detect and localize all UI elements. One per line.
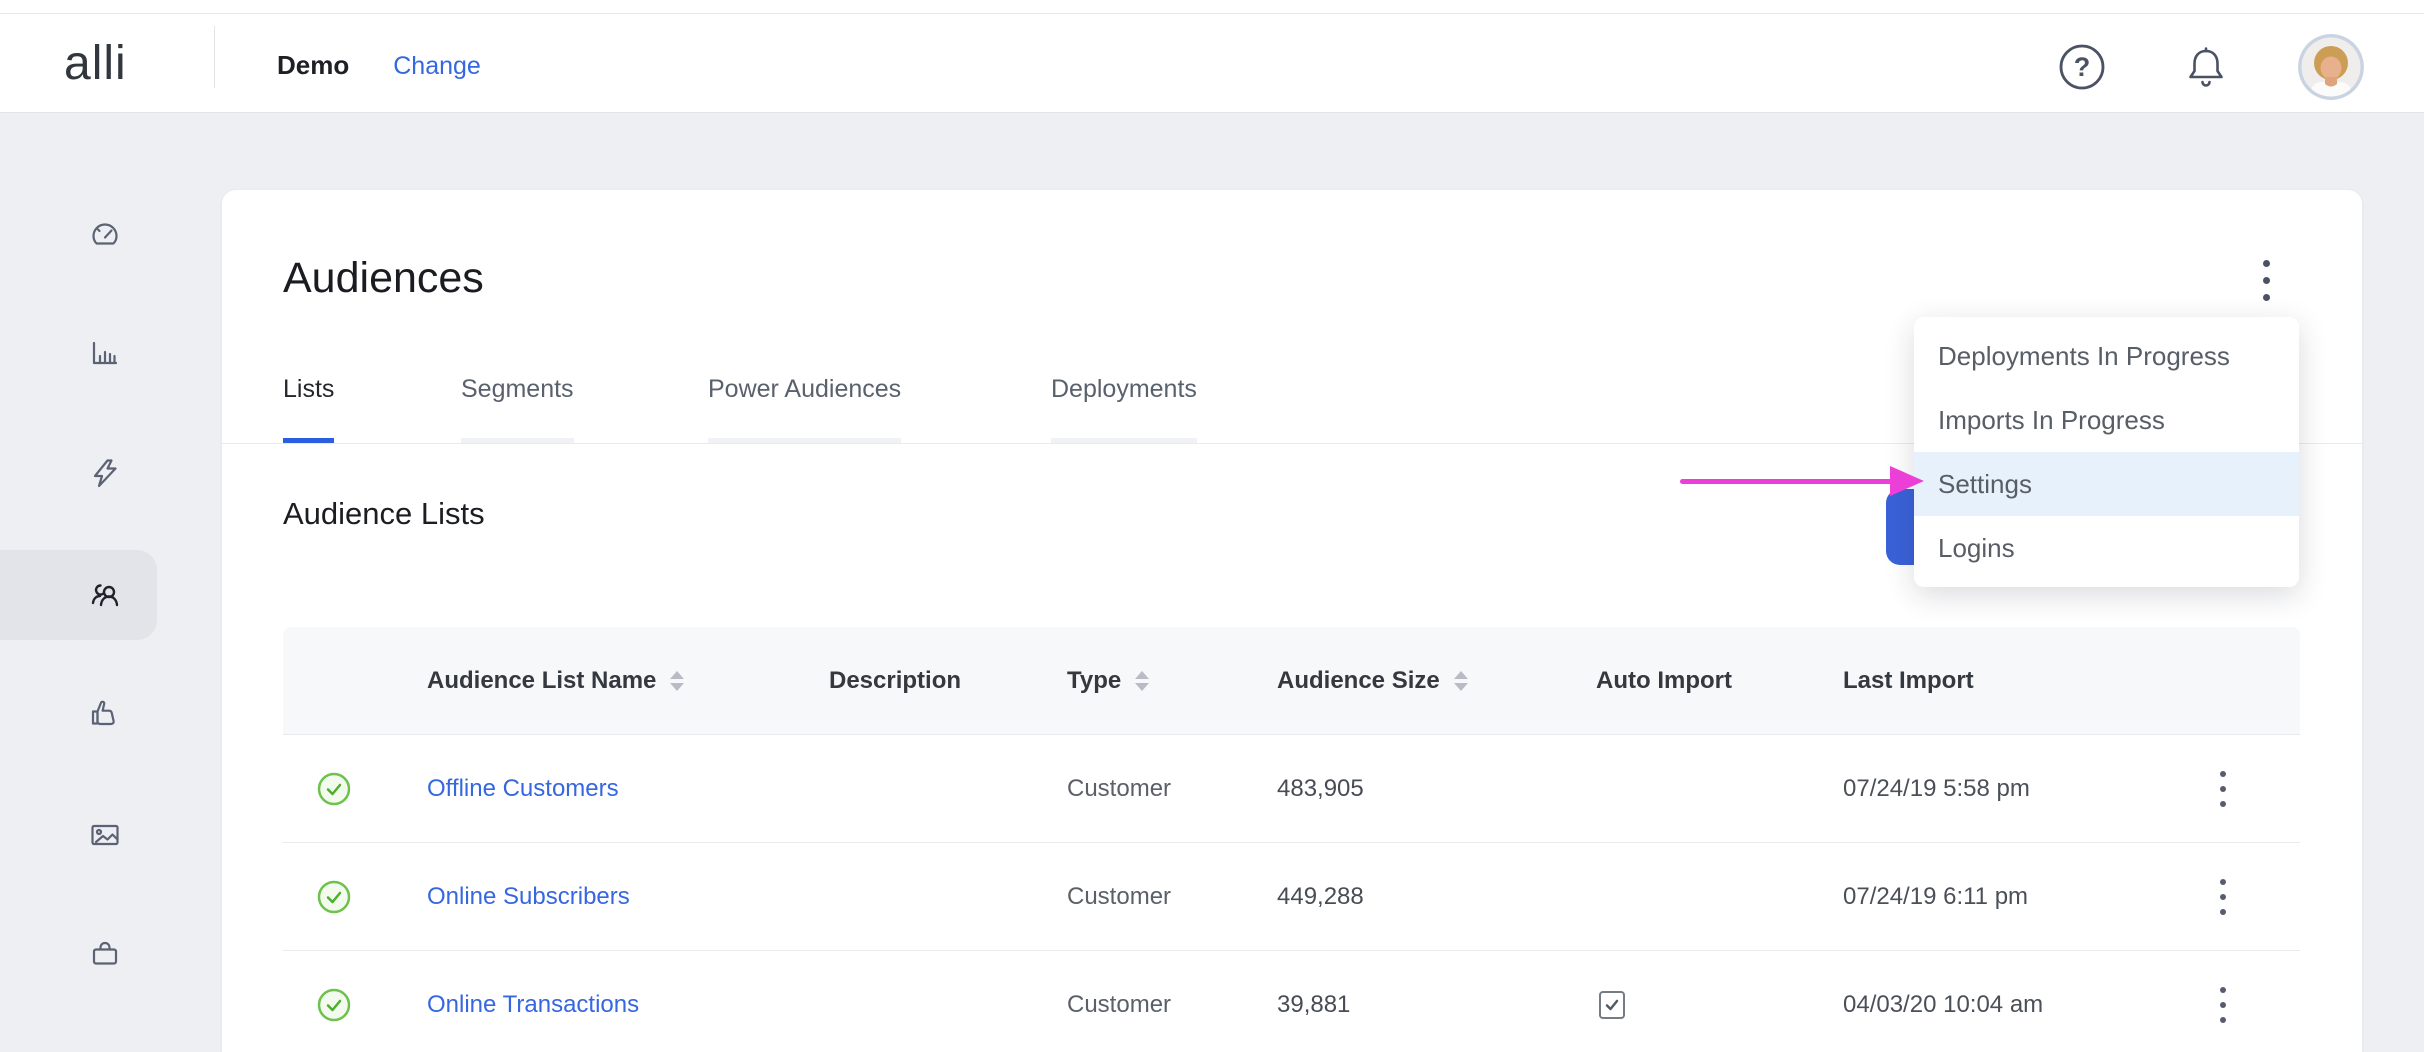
table-row: Online Subscribers Customer 449,288 07/2… xyxy=(283,843,2300,951)
col-header-type[interactable]: Type xyxy=(1067,667,1149,695)
checkbox-checked-icon[interactable] xyxy=(1599,991,1625,1019)
sort-icon[interactable] xyxy=(670,671,684,691)
sidebar-item-analytics[interactable] xyxy=(88,336,122,370)
header-divider xyxy=(214,26,215,88)
notifications-bell-icon[interactable] xyxy=(2183,44,2229,90)
sidebar-item-engagement[interactable] xyxy=(88,696,122,730)
tab-deployments[interactable]: Deployments xyxy=(1051,376,1197,443)
table-header-row: Audience List Name Description Type Audi… xyxy=(283,627,2300,735)
audience-lists-table: Audience List Name Description Type Audi… xyxy=(283,627,2300,1052)
tab-power-audiences[interactable]: Power Audiences xyxy=(708,376,901,443)
audience-size-cell: 39,881 xyxy=(1277,991,1350,1019)
audiences-card: Audiences Lists Segments Power Audiences… xyxy=(222,190,2362,1052)
menu-item-logins[interactable]: Logins xyxy=(1914,516,2299,580)
help-icon[interactable]: ? xyxy=(2057,42,2107,92)
menu-item-settings[interactable]: Settings xyxy=(1914,452,2299,516)
svg-text:?: ? xyxy=(2074,52,2091,82)
gauge-icon xyxy=(88,218,122,252)
last-import-cell: 07/24/19 6:11 pm xyxy=(1843,883,2028,911)
account-name: Demo xyxy=(277,50,349,81)
col-header-last-import: Last Import xyxy=(1843,667,1974,695)
type-cell: Customer xyxy=(1067,775,1171,803)
audience-list-link[interactable]: Offline Customers xyxy=(427,775,619,803)
status-success-icon xyxy=(317,988,351,1022)
active-nav-highlight xyxy=(0,550,157,640)
col-header-auto-import: Auto Import xyxy=(1596,667,1732,695)
lightning-icon xyxy=(88,456,122,490)
table-row: Online Transactions Customer 39,881 04/0… xyxy=(283,951,2300,1052)
sidebar-item-commerce[interactable] xyxy=(88,937,122,971)
sidebar-item-creative[interactable] xyxy=(88,818,122,852)
tab-segments[interactable]: Segments xyxy=(461,376,574,443)
col-header-description: Description xyxy=(829,667,961,695)
menu-item-deployments-in-progress[interactable]: Deployments In Progress xyxy=(1914,324,2299,388)
annotation-arrow-line xyxy=(1680,479,1894,484)
section-title: Audience Lists xyxy=(283,496,485,532)
app-screen: alli Demo Change ? xyxy=(0,0,2424,1052)
row-kebab-menu-icon[interactable] xyxy=(2209,979,2237,1031)
sidebar-item-audiences[interactable] xyxy=(88,577,122,611)
audience-size-cell: 483,905 xyxy=(1277,775,1364,803)
table-row: Offline Customers Customer 483,905 07/24… xyxy=(283,735,2300,843)
sidebar-item-activations[interactable] xyxy=(88,456,122,490)
row-kebab-menu-icon[interactable] xyxy=(2209,763,2237,815)
image-icon xyxy=(88,818,122,852)
users-icon xyxy=(88,577,122,611)
top-bar: alli Demo Change ? xyxy=(0,0,2424,113)
sort-icon[interactable] xyxy=(1454,671,1468,691)
bar-chart-icon xyxy=(88,336,122,370)
sidebar-item-dashboard[interactable] xyxy=(88,218,122,252)
change-account-link[interactable]: Change xyxy=(393,52,481,81)
type-cell: Customer xyxy=(1067,883,1171,911)
tab-lists[interactable]: Lists xyxy=(283,376,334,443)
status-success-icon xyxy=(317,772,351,806)
annotation-arrow-head xyxy=(1890,466,1924,496)
col-header-audience-size[interactable]: Audience Size xyxy=(1277,667,1468,695)
menu-item-imports-in-progress[interactable]: Imports In Progress xyxy=(1914,388,2299,452)
type-cell: Customer xyxy=(1067,991,1171,1019)
col-header-audience-list-name[interactable]: Audience List Name xyxy=(427,667,684,695)
thumbs-up-icon xyxy=(88,696,122,730)
audience-size-cell: 449,288 xyxy=(1277,883,1364,911)
bag-icon xyxy=(88,937,122,971)
sort-icon[interactable] xyxy=(1135,671,1149,691)
alli-logo[interactable]: alli xyxy=(64,36,127,91)
last-import-cell: 04/03/20 10:04 am xyxy=(1843,991,2043,1019)
context-menu: Deployments In Progress Imports In Progr… xyxy=(1914,317,2299,587)
last-import-cell: 07/24/19 5:58 pm xyxy=(1843,775,2030,803)
account-switcher: Demo Change xyxy=(277,50,481,81)
auto-import-checkbox[interactable] xyxy=(1599,991,1625,1019)
status-success-icon xyxy=(317,880,351,914)
page-title: Audiences xyxy=(283,254,484,303)
audience-list-link[interactable]: Online Subscribers xyxy=(427,883,630,911)
audience-list-link[interactable]: Online Transactions xyxy=(427,991,639,1019)
user-avatar[interactable] xyxy=(2298,34,2364,100)
row-kebab-menu-icon[interactable] xyxy=(2209,871,2237,923)
page-kebab-menu-icon[interactable] xyxy=(2252,252,2280,308)
tab-bar: Lists Segments Power Audiences Deploymen… xyxy=(283,376,1683,443)
